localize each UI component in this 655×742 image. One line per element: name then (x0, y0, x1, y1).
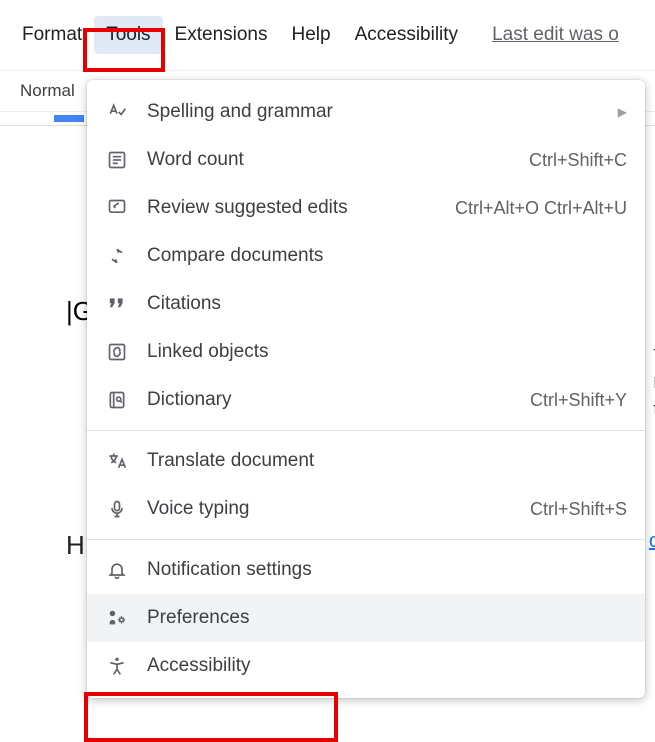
menubar: Format Tools Extensions Help Accessibili… (0, 0, 655, 70)
menu-dictionary[interactable]: Dictionary Ctrl+Shift+Y (87, 376, 645, 424)
background-link-fragment: o (649, 530, 655, 553)
menu-item-label: Spelling and grammar (147, 101, 618, 123)
menu-tools[interactable]: Tools (94, 16, 162, 54)
quote-icon (105, 292, 129, 316)
dictionary-icon (105, 388, 129, 412)
prefs-icon (105, 606, 129, 630)
paragraph-style-selector[interactable]: Normal (20, 81, 75, 101)
menu-item-shortcut: Ctrl+Shift+Y (530, 390, 627, 411)
menu-voice-typing[interactable]: Voice typing Ctrl+Shift+S (87, 485, 645, 533)
review-icon (105, 196, 129, 220)
menu-notification-settings[interactable]: Notification settings (87, 546, 645, 594)
menu-item-label: Voice typing (147, 498, 530, 520)
menu-item-label: Accessibility (147, 655, 627, 677)
spellcheck-icon (105, 100, 129, 124)
menu-item-label: Compare documents (147, 245, 627, 267)
menu-item-label: Translate document (147, 450, 627, 472)
menu-item-label: Dictionary (147, 389, 530, 411)
link-icon (105, 340, 129, 364)
accessibility-icon (105, 654, 129, 678)
menu-extensions[interactable]: Extensions (163, 16, 280, 54)
mic-icon (105, 497, 129, 521)
bell-icon (105, 558, 129, 582)
menu-word-count[interactable]: Word count Ctrl+Shift+C (87, 136, 645, 184)
menu-item-label: Notification settings (147, 559, 627, 581)
translate-icon (105, 449, 129, 473)
menu-item-label: Linked objects (147, 341, 627, 363)
menu-divider (87, 539, 645, 540)
menu-preferences[interactable]: Preferences (87, 594, 645, 642)
menu-linked-objects[interactable]: Linked objects (87, 328, 645, 376)
wordcount-icon (105, 148, 129, 172)
menu-accessibility-option[interactable]: Accessibility (87, 642, 645, 690)
submenu-arrow-icon: ▶ (618, 105, 627, 119)
ruler-margin-marker[interactable] (54, 115, 84, 122)
menu-item-label: Citations (147, 293, 627, 315)
menu-review-suggested[interactable]: Review suggested edits Ctrl+Alt+O Ctrl+A… (87, 184, 645, 232)
menu-item-label: Preferences (147, 607, 627, 629)
menu-divider (87, 430, 645, 431)
doc-text-line2: H (66, 530, 85, 561)
last-edit-link[interactable]: Last edit was o (492, 24, 619, 46)
menu-format[interactable]: Format (10, 16, 94, 54)
menu-compare-documents[interactable]: Compare documents (87, 232, 645, 280)
menu-translate-document[interactable]: Translate document (87, 437, 645, 485)
menu-item-shortcut: Ctrl+Alt+O Ctrl+Alt+U (455, 198, 627, 219)
menu-item-shortcut: Ctrl+Shift+C (529, 150, 627, 171)
annotation-preferences-highlight (84, 692, 338, 742)
compare-icon (105, 244, 129, 268)
menu-citations[interactable]: Citations (87, 280, 645, 328)
menu-item-label: Word count (147, 149, 529, 171)
menu-help[interactable]: Help (280, 16, 343, 54)
menu-item-label: Review suggested edits (147, 197, 455, 219)
menu-spelling-grammar[interactable]: Spelling and grammar ▶ (87, 88, 645, 136)
menu-item-shortcut: Ctrl+Shift+S (530, 499, 627, 520)
tools-dropdown: Spelling and grammar ▶ Word count Ctrl+S… (87, 80, 645, 698)
menu-accessibility[interactable]: Accessibility (343, 16, 470, 54)
